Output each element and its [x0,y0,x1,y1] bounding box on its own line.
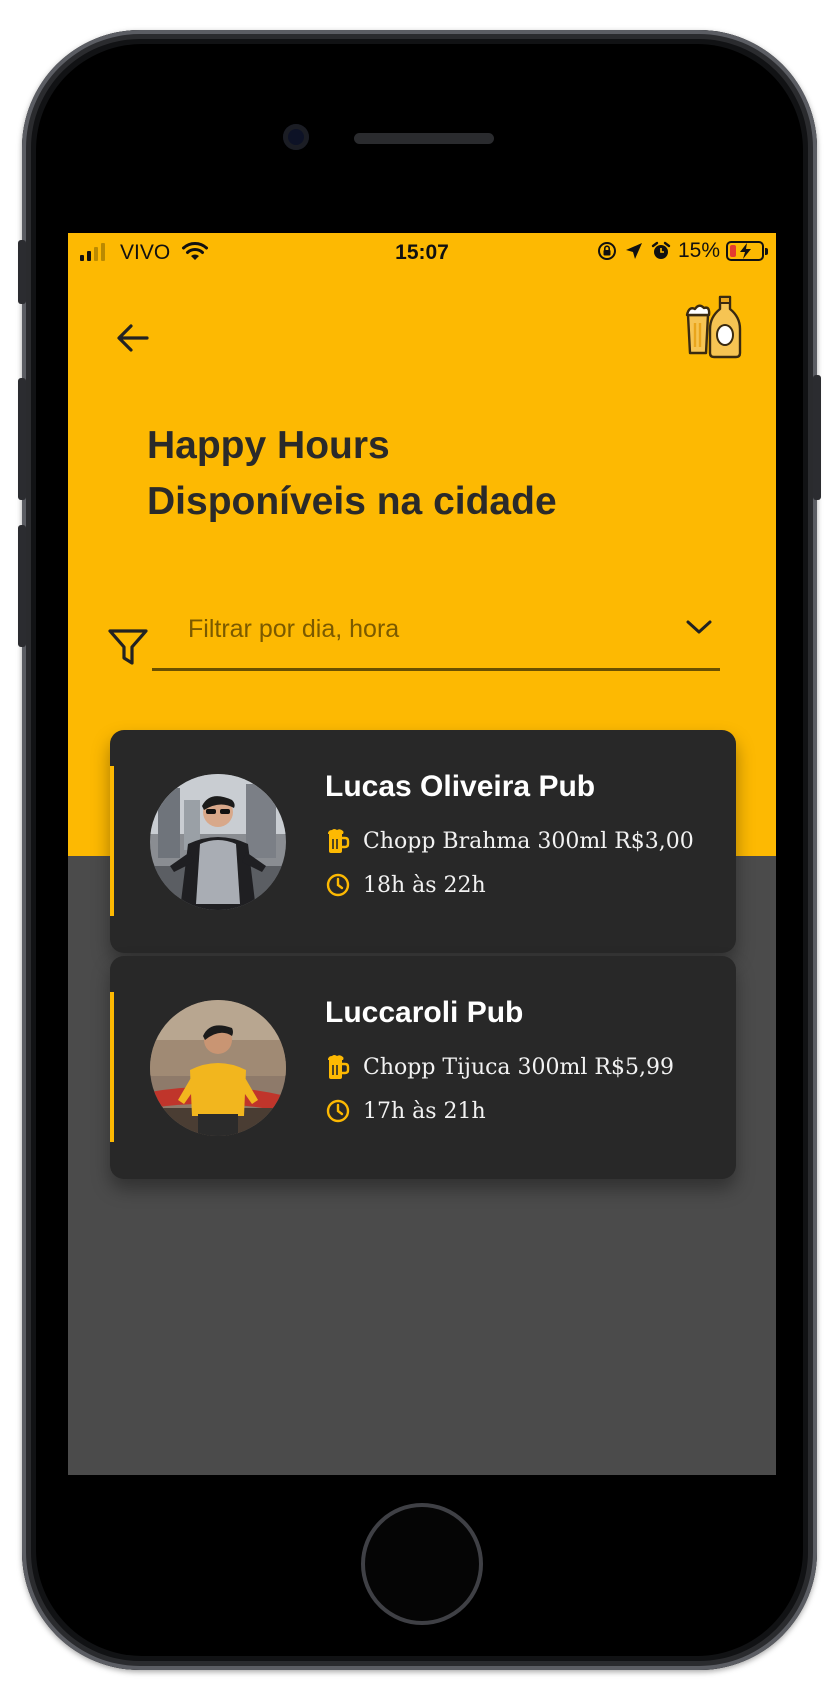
alarm-icon [651,241,671,259]
beer-mug-icon [325,828,351,854]
pub-offer: Chopp Brahma 300ml R$3,00 [325,828,694,854]
earpiece-speaker [354,133,494,144]
app-screen: VIVO 15:07 15% Happy Hours Disponíveis n… [68,233,776,1475]
hours-text: 18h às 22h [363,872,486,898]
battery-percent: 15% [677,239,720,262]
pub-name: Luccaroli Pub [325,996,524,1029]
beer-mug-icon [325,1054,351,1080]
volume-down-button [18,525,26,647]
title-line-2: Disponíveis na cidade [147,480,557,523]
beer-glass-and-bottle-icon [685,295,742,359]
pub-card[interactable]: Luccaroli Pub Chopp Tijuca 300ml R$5,99 … [110,956,736,1179]
filter-placeholder: Filtrar por dia, hora [188,615,400,643]
front-camera [283,124,309,150]
status-indicators: 15% [596,239,768,263]
filter-underline [152,668,720,671]
volume-up-button [18,378,26,500]
avatar [150,1000,286,1136]
offer-text: Chopp Tijuca 300ml R$5,99 [363,1054,674,1080]
battery-charging-icon [726,241,768,261]
title-line-1: Happy Hours [147,424,390,467]
back-button[interactable] [108,313,158,363]
card-accent-bar [110,766,114,916]
pub-offer: Chopp Tijuca 300ml R$5,99 [325,1054,674,1080]
status-bar: VIVO 15:07 15% [68,233,776,273]
mute-switch [18,240,26,304]
clock-icon [325,872,351,898]
filter-dropdown[interactable]: Filtrar por dia, hora [152,601,720,671]
arrow-left-icon [117,324,149,352]
funnel-icon [108,629,148,665]
pub-card[interactable]: Lucas Oliveira Pub Chopp Brahma 300ml R$… [110,730,736,953]
clock-icon [325,1098,351,1124]
card-accent-bar [110,992,114,1142]
power-button [813,375,821,500]
page-title: Happy Hours Disponíveis na cidade [147,418,557,530]
offer-text: Chopp Brahma 300ml R$3,00 [363,828,694,854]
avatar [150,774,286,910]
pub-hours: 18h às 22h [325,872,486,898]
pub-hours: 17h às 21h [325,1098,486,1124]
hours-text: 17h às 21h [363,1098,486,1124]
pub-name: Lucas Oliveira Pub [325,770,596,803]
chevron-down-icon [686,620,712,634]
location-arrow-icon [625,243,642,259]
orientation-lock-icon [597,242,616,260]
home-button[interactable] [361,1503,483,1625]
